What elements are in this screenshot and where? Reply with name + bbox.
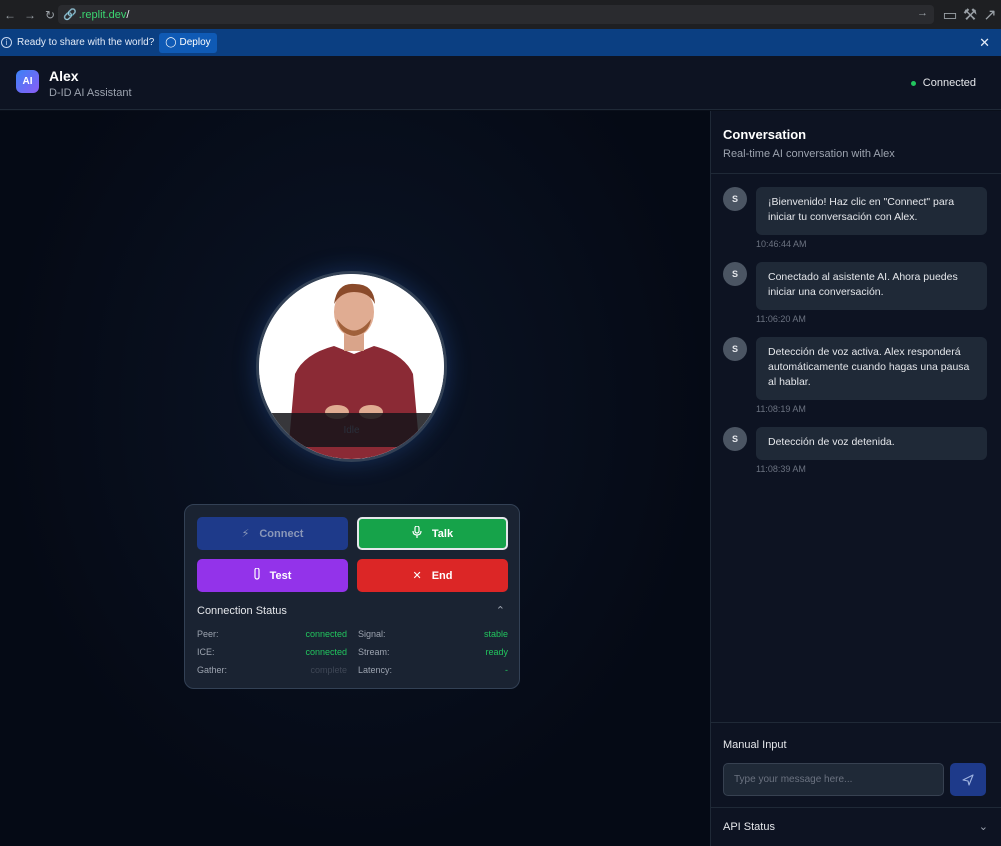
open-arrow-icon[interactable]: → [917,7,928,19]
api-status-section[interactable]: API Status ⌄ [711,807,1001,846]
back-icon[interactable]: ← [0,0,20,29]
status-value: complete [310,665,347,675]
chevron-up-icon[interactable]: ⌃ [496,604,505,617]
info-icon: i [1,37,12,48]
control-panel: ⚡ Connect Talk Test ✕ End Connection Sta… [184,504,520,689]
x-icon: ✕ [412,570,422,582]
message-bubble: Detección de voz detenida. [756,427,987,460]
status-key: Stream: [358,647,390,657]
message-avatar: S [723,427,747,451]
status-value: connected [305,647,347,657]
message-input[interactable] [723,763,944,796]
test-label: Test [269,569,292,582]
message-avatar: S [723,337,747,361]
manual-input-section: Manual Input [711,722,1001,807]
app-header: AI Alex D-ID AI Assistant Connected [0,56,1001,110]
link-icon: 🔗 [63,9,77,21]
end-label: End [431,569,453,582]
url-host: .replit.dev [78,8,127,21]
url-bar[interactable]: 🔗 .replit.dev / → [58,5,934,24]
avatar-state-label: Idle [343,424,360,436]
talk-button[interactable]: Talk [357,517,508,550]
send-icon [962,773,974,786]
message-time: 10:46:44 AM [756,239,807,249]
status-row-ice: ICE: connected [197,647,347,657]
assistant-name: Alex [49,68,79,84]
status-row-gather: Gather: complete [197,665,347,675]
chevron-down-icon[interactable]: ⌄ [979,820,988,833]
assistant-subtitle: D-ID AI Assistant [49,87,132,99]
message-time: 11:08:19 AM [756,404,806,414]
conversation-sidebar: Conversation Real-time AI conversation w… [710,111,1001,846]
devices-icon[interactable]: ▭ [942,7,957,24]
deploy-banner: i Ready to share with the world? ◯ Deplo… [0,29,1001,56]
status-key: ICE: [197,647,215,657]
test-tube-icon [253,567,260,583]
status-key: Signal: [358,629,386,639]
connect-button[interactable]: ⚡ Connect [197,517,348,550]
message-avatar: S [723,187,747,211]
avatar-video: Idle [256,271,447,462]
status-row-signal: Signal: stable [358,629,508,639]
test-button[interactable]: Test [197,559,348,592]
status-value: connected [305,629,347,639]
close-icon[interactable]: ✕ [979,35,990,51]
message-avatar: S [723,262,747,286]
status-value: stable [483,629,508,639]
deploy-icon: ◯ [165,37,177,48]
connection-status-title: Connection Status [197,605,287,617]
avatar-state-overlay: Idle [259,413,444,447]
status-value: - [505,665,508,675]
status-row-stream: Stream: ready [358,647,508,657]
message-time: 11:08:39 AM [756,464,806,474]
status-key: Latency: [358,665,393,675]
connection-badge: Connected [910,77,976,89]
message-bubble: Detección de voz activa. Alex responderá… [756,337,987,400]
banner-text: Ready to share with the world? [17,37,155,48]
status-value: ready [485,647,508,657]
api-status-title: API Status [723,821,775,833]
message-bubble: Conectado al asistente AI. Ahora puedes … [756,262,987,310]
microphone-icon [412,525,422,541]
status-dot-icon [910,80,916,86]
conversation-header: Conversation Real-time AI conversation w… [711,111,1001,174]
url-path: / [126,8,130,21]
message-bubble: ¡Bienvenido! Haz clic en "Connect" para … [756,187,987,235]
message-time: 11:06:20 AM [756,314,806,324]
external-link-icon[interactable]: ↗ [983,7,997,24]
status-key: Peer: [197,629,219,639]
end-button[interactable]: ✕ End [357,559,508,592]
connect-label: Connect [259,527,304,540]
status-row-latency: Latency: - [358,665,508,675]
conversation-subtitle: Real-time AI conversation with Alex [723,148,895,160]
video-stage: Idle ⚡ Connect Talk Test ✕ End Connectio… [0,111,710,846]
deploy-button[interactable]: ◯ Deploy [159,32,217,53]
reload-icon[interactable]: ↻ [40,0,60,29]
wrench-icon[interactable]: ⚒ [963,7,977,24]
manual-input-title: Manual Input [723,739,787,751]
status-row-peer: Peer: connected [197,629,347,639]
status-key: Gather: [197,665,228,675]
talk-label: Talk [431,527,454,540]
browser-toolbar: ← → ↻ 🔗 .replit.dev / → ▭ ⚒ ↗ [0,0,1001,29]
connection-status-text: Connected [922,77,976,89]
lightning-icon: ⚡ [241,528,250,540]
deploy-label: Deploy [179,37,211,48]
conversation-title: Conversation [723,127,807,142]
forward-icon[interactable]: → [20,0,40,29]
send-button[interactable] [950,763,986,796]
assistant-avatar: AI [16,70,39,93]
